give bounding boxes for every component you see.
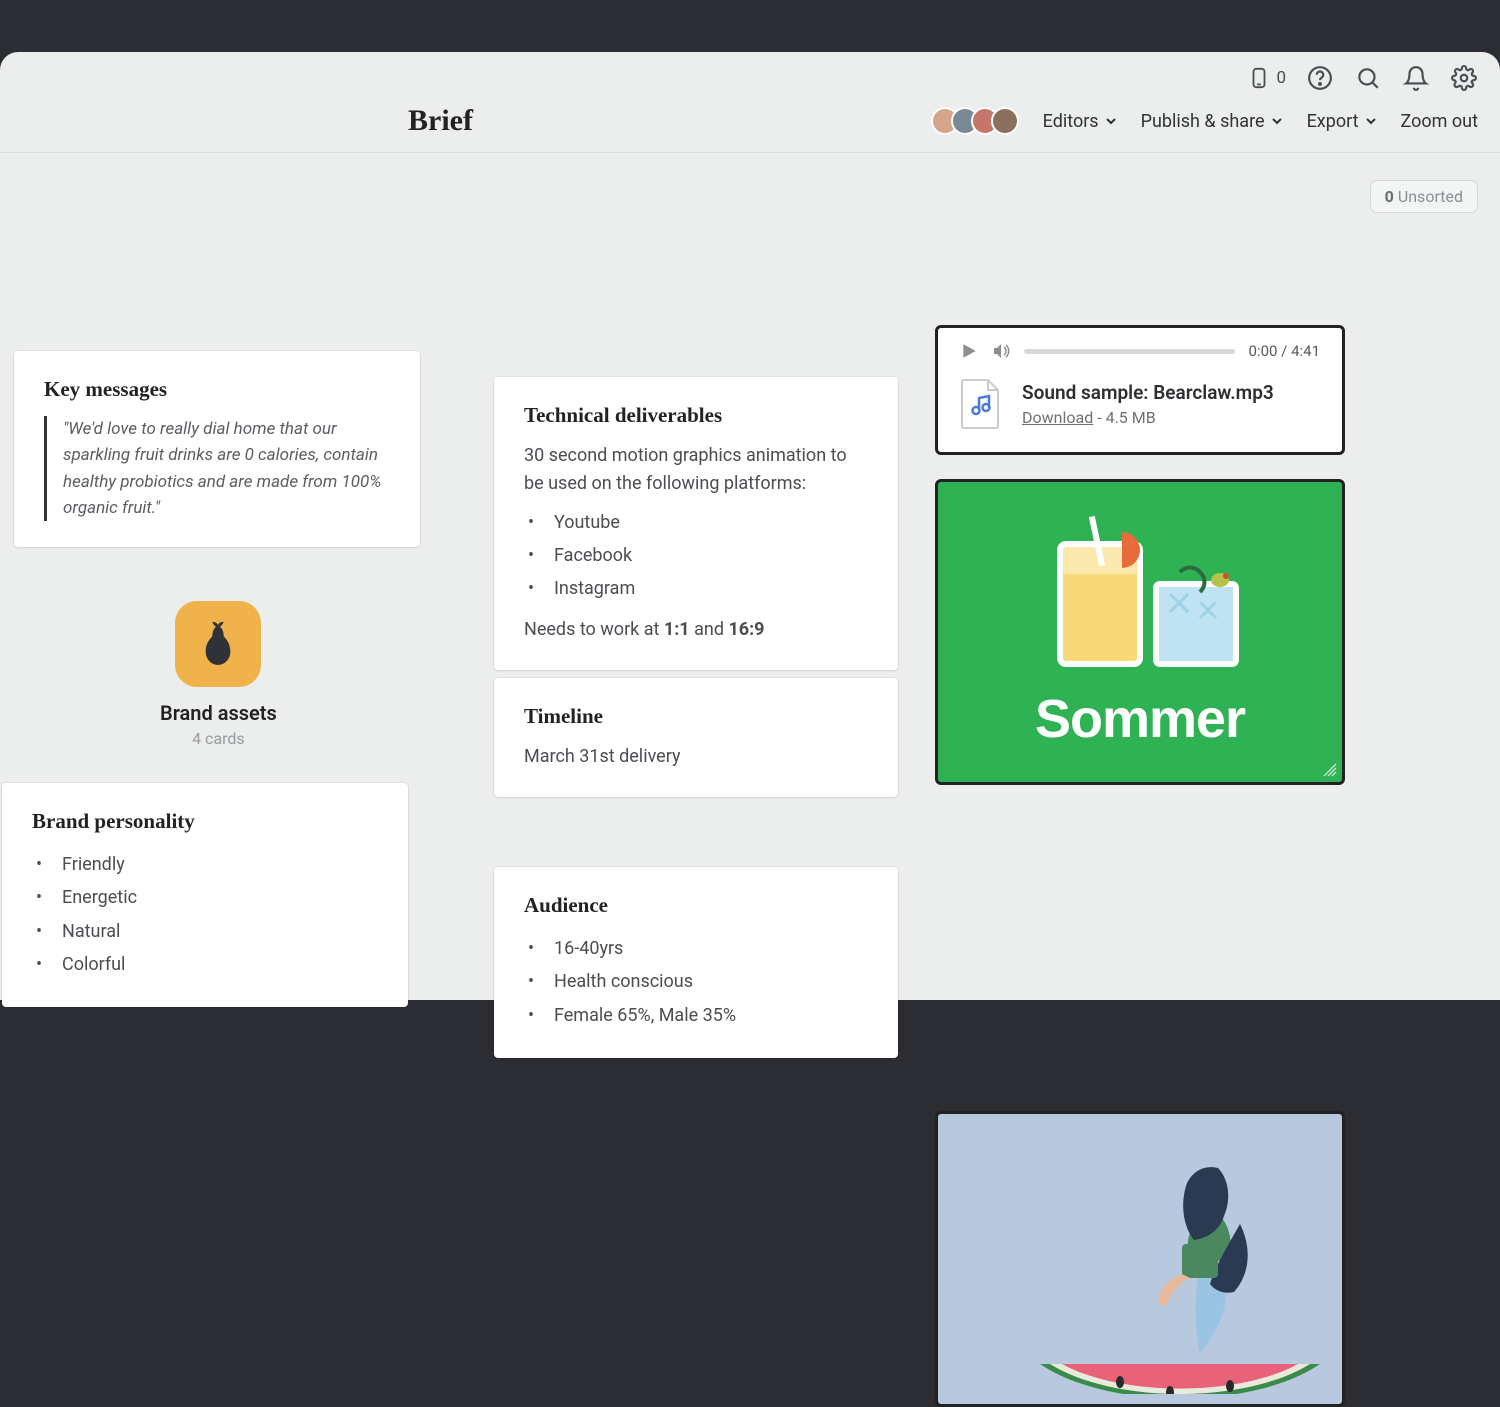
list-item: 16-40yrs — [524, 932, 868, 965]
list-item: Energetic — [32, 881, 378, 914]
key-messages-quote: "We'd love to really dial home that our … — [44, 416, 390, 521]
list-item: Colorful — [32, 948, 378, 981]
chevron-down-icon — [1271, 115, 1283, 127]
audio-progress[interactable] — [1024, 349, 1235, 354]
watermelon-illustration — [950, 1114, 1330, 1394]
brand-assets-title: Brand assets — [160, 701, 277, 725]
app-window: 0 Brief Editors — [0, 52, 1500, 1000]
technical-ratios: Needs to work at 1:1 and 16:9 — [524, 616, 868, 644]
gear-icon[interactable] — [1450, 64, 1478, 92]
list-item: Health conscious — [524, 965, 868, 998]
card-title: Timeline — [524, 704, 868, 729]
avatar — [991, 107, 1019, 135]
audience-card[interactable]: Audience 16-40yrs Health conscious Femal… — [494, 867, 898, 1058]
card-title: Technical deliverables — [524, 403, 868, 428]
play-icon[interactable] — [960, 342, 978, 360]
export-dropdown[interactable]: Export — [1307, 111, 1377, 132]
list-item: Friendly — [32, 848, 378, 881]
editors-dropdown[interactable]: Editors — [1043, 111, 1117, 132]
mobile-count-value: 0 — [1276, 68, 1286, 88]
topbar: 0 — [0, 52, 1500, 96]
search-icon[interactable] — [1354, 64, 1382, 92]
card-title: Audience — [524, 893, 868, 918]
brand-personality-list: Friendly Energetic Natural Colorful — [32, 848, 378, 981]
zoom-out-button[interactable]: Zoom out — [1401, 111, 1478, 132]
audio-controls: 0:00 / 4:41 — [960, 342, 1320, 360]
header-actions: Editors Publish & share Export Zoom out — [931, 107, 1478, 135]
timeline-body: March 31st delivery — [524, 743, 868, 771]
file-size: - 4.5 MB — [1093, 408, 1155, 427]
export-label: Export — [1307, 111, 1359, 132]
editors-label: Editors — [1043, 111, 1099, 132]
notifications-icon[interactable] — [1402, 64, 1430, 92]
mobile-preview-button[interactable]: 0 — [1248, 64, 1286, 92]
resize-handle-icon[interactable] — [1322, 762, 1338, 778]
publish-dropdown[interactable]: Publish & share — [1141, 111, 1283, 132]
help-icon[interactable] — [1306, 64, 1334, 92]
poster-title: Sommer — [1035, 688, 1245, 750]
card-title: Key messages — [44, 377, 390, 402]
audio-file-row: Sound sample: Bearclaw.mp3 Download - 4.… — [960, 378, 1320, 430]
list-item: Female 65%, Male 35% — [524, 999, 868, 1032]
download-link[interactable]: Download — [1022, 408, 1093, 427]
brand-assets-stack[interactable]: Brand assets 4 cards — [160, 601, 277, 748]
drinks-illustration — [1030, 514, 1250, 674]
audio-file-meta: Download - 4.5 MB — [1022, 408, 1274, 427]
chevron-down-icon — [1365, 115, 1377, 127]
technical-list: Youtube Facebook Instagram — [524, 506, 868, 606]
key-messages-card[interactable]: Key messages "We'd love to really dial h… — [14, 351, 420, 547]
collaborator-avatars[interactable] — [931, 107, 1019, 135]
page-title: Brief — [408, 104, 473, 138]
audio-time: 0:00 / 4:41 — [1249, 342, 1320, 360]
audio-file-icon — [960, 378, 1002, 430]
canvas[interactable]: Key messages "We'd love to really dial h… — [0, 153, 1500, 755]
list-item: Instagram — [524, 572, 868, 605]
list-item: Natural — [32, 915, 378, 948]
list-item: Youtube — [524, 506, 868, 539]
poster-image-sommer[interactable]: Sommer — [935, 479, 1345, 785]
chevron-down-icon — [1105, 115, 1117, 127]
pear-icon — [175, 601, 261, 687]
brand-assets-sub: 4 cards — [160, 729, 277, 748]
technical-deliverables-card[interactable]: Technical deliverables 30 second motion … — [494, 377, 898, 670]
technical-intro: 30 second motion graphics animation to b… — [524, 442, 868, 498]
timeline-card[interactable]: Timeline March 31st delivery — [494, 678, 898, 797]
volume-icon[interactable] — [992, 342, 1010, 360]
audience-list: 16-40yrs Health conscious Female 65%, Ma… — [524, 932, 868, 1032]
poster-image-watermelon[interactable] — [935, 1111, 1345, 1407]
list-item: Facebook — [524, 539, 868, 572]
audio-file-name: Sound sample: Bearclaw.mp3 — [1022, 381, 1274, 404]
publish-label: Publish & share — [1141, 111, 1265, 132]
audio-card[interactable]: 0:00 / 4:41 Sound sample: Bearclaw.mp3 D… — [935, 325, 1345, 455]
header-row: Brief Editors Publish & share Export Zoo… — [0, 96, 1500, 153]
card-title: Brand personality — [32, 809, 378, 834]
brand-personality-card[interactable]: Brand personality Friendly Energetic Nat… — [2, 783, 408, 1007]
